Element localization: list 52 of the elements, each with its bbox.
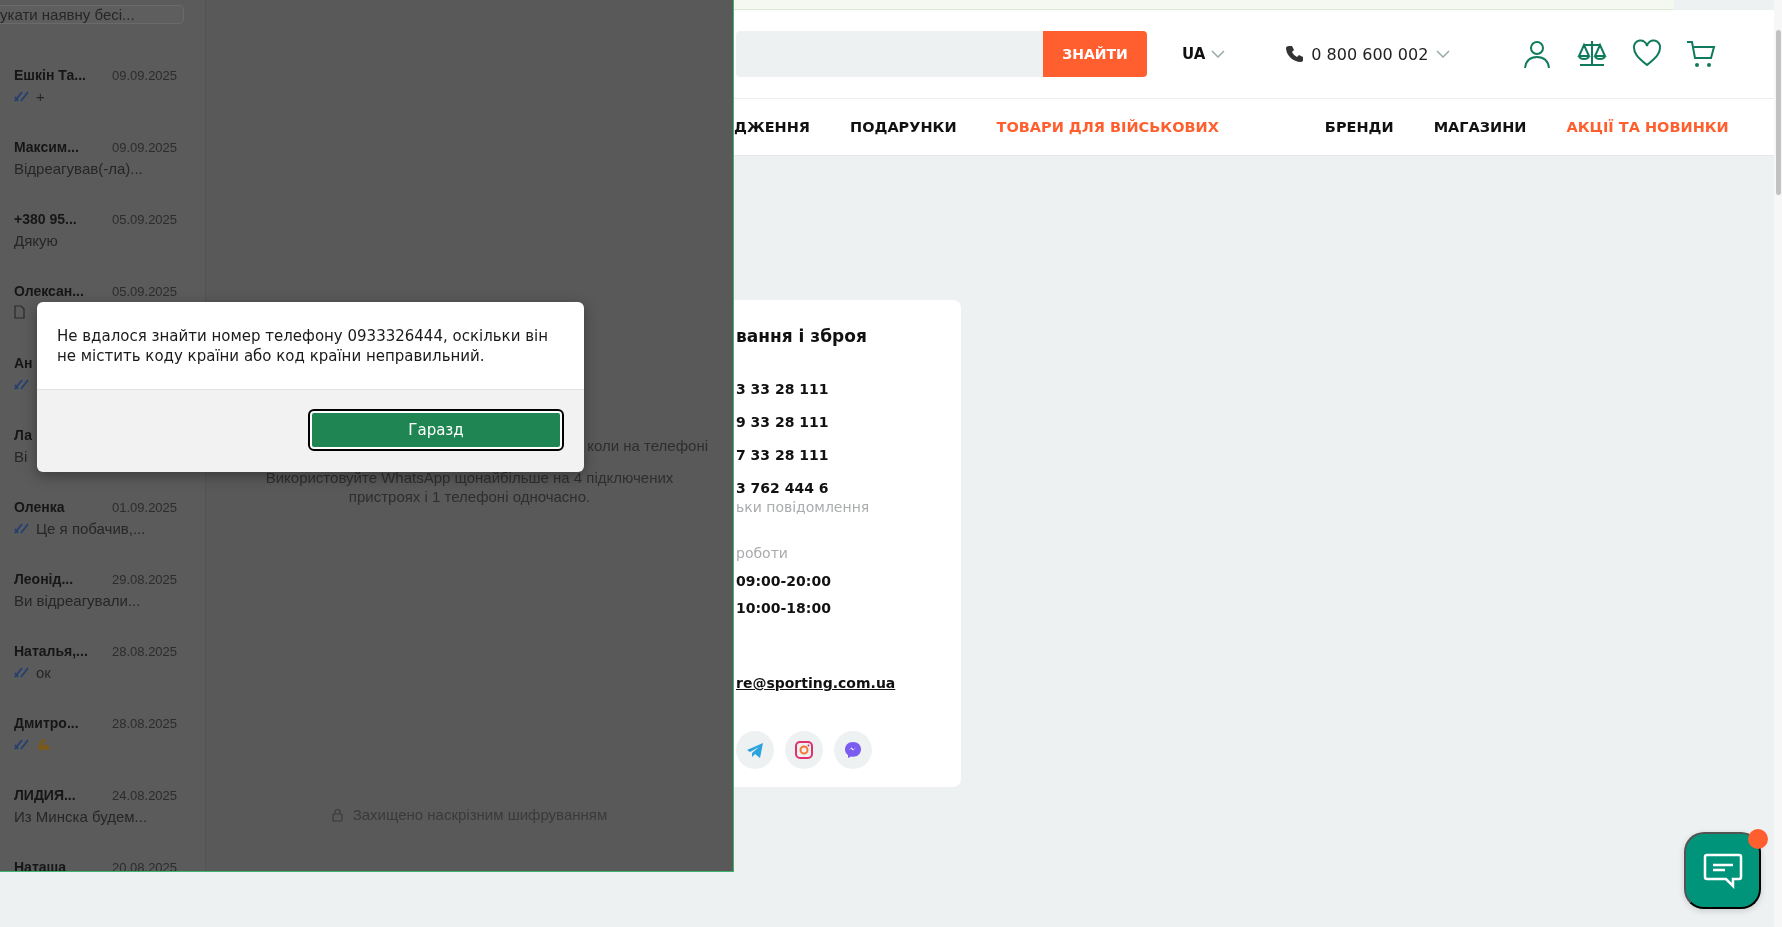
user-icon[interactable] [1522, 39, 1553, 69]
social-button[interactable] [736, 731, 774, 769]
document-icon [14, 305, 25, 319]
phone-note: ьки повідомлення [736, 499, 870, 515]
hours-label: роботи [736, 545, 788, 561]
search-button[interactable]: ЗНАЙТИ [1043, 31, 1147, 77]
chat-name[interactable]: ЛИДИЯ... [14, 787, 112, 803]
search-field[interactable] [736, 31, 1043, 77]
phone-number[interactable]: 9 33 28 111 [736, 413, 829, 431]
nav-link[interactable]: АКЦІЇ ТА НОВИНКИ [1566, 119, 1729, 135]
social-button[interactable] [785, 731, 823, 769]
phone-number[interactable]: 3 33 28 111 [736, 380, 829, 398]
chat-name[interactable]: Дмитро... [14, 715, 112, 731]
chat-name[interactable]: +380 95... [14, 211, 112, 227]
phone-icon [1285, 45, 1304, 63]
email-link[interactable]: re@sporting.com.ua [736, 675, 896, 691]
chat-bubble-icon [1702, 852, 1743, 889]
card-title: вання і зброя [736, 326, 867, 346]
chat-name[interactable]: Максим... [14, 139, 112, 155]
working-hours: 09:00-20:00 [736, 573, 831, 591]
nav-link[interactable]: ПОДАРУНКИ [850, 119, 957, 135]
telegram-icon [746, 741, 764, 759]
chevron-down-icon [1211, 50, 1226, 58]
scrollbar[interactable] [1774, 0, 1782, 927]
nav-link[interactable]: ТОВАРИ ДЛЯ ВІЙСЬКОВИХ [996, 119, 1219, 135]
chat-name[interactable]: Олексан... [14, 283, 112, 299]
phone-number[interactable]: 0 800 600 002 [1311, 44, 1429, 64]
nav-link[interactable]: ДЖЕННЯ [734, 119, 810, 135]
dialog-message: Не вдалося знайти номер телефону 0933326444, оскільки він не містить коду країни або код країни неправильний. [57, 326, 549, 366]
cart-icon[interactable] [1686, 39, 1717, 69]
working-hours: 10:00-18:00 [736, 600, 831, 618]
chat-widget-button[interactable] [1684, 832, 1761, 909]
heart-icon[interactable] [1632, 39, 1663, 67]
lock-icon [331, 807, 343, 822]
nav-link[interactable]: МАГАЗИНИ [1433, 119, 1527, 135]
chevron-down-icon [1436, 50, 1451, 58]
chat-name[interactable]: Ешкін Та... [14, 67, 112, 83]
chat-name[interactable]: Леонід... [14, 571, 112, 587]
nav-link[interactable]: БРЕНДИ [1324, 119, 1394, 135]
search-field[interactable]: укати наявну бесі... [0, 5, 184, 24]
scales-icon[interactable] [1576, 39, 1609, 69]
chat-name[interactable]: Оленка [14, 499, 112, 515]
ok-button[interactable]: Гаразд [310, 411, 562, 449]
flexed-arm-icon [36, 736, 52, 752]
messenger-icon [844, 741, 862, 759]
instagram-icon [795, 741, 813, 759]
phone-number[interactable]: 3 762 444 6 [736, 479, 829, 497]
phone-number[interactable]: 7 33 28 111 [736, 446, 829, 464]
chat-name[interactable]: Наталья,... [14, 643, 112, 659]
social-button[interactable] [834, 731, 872, 769]
language-selector[interactable]: UA [1182, 45, 1206, 63]
message-preview: + [36, 87, 45, 105]
